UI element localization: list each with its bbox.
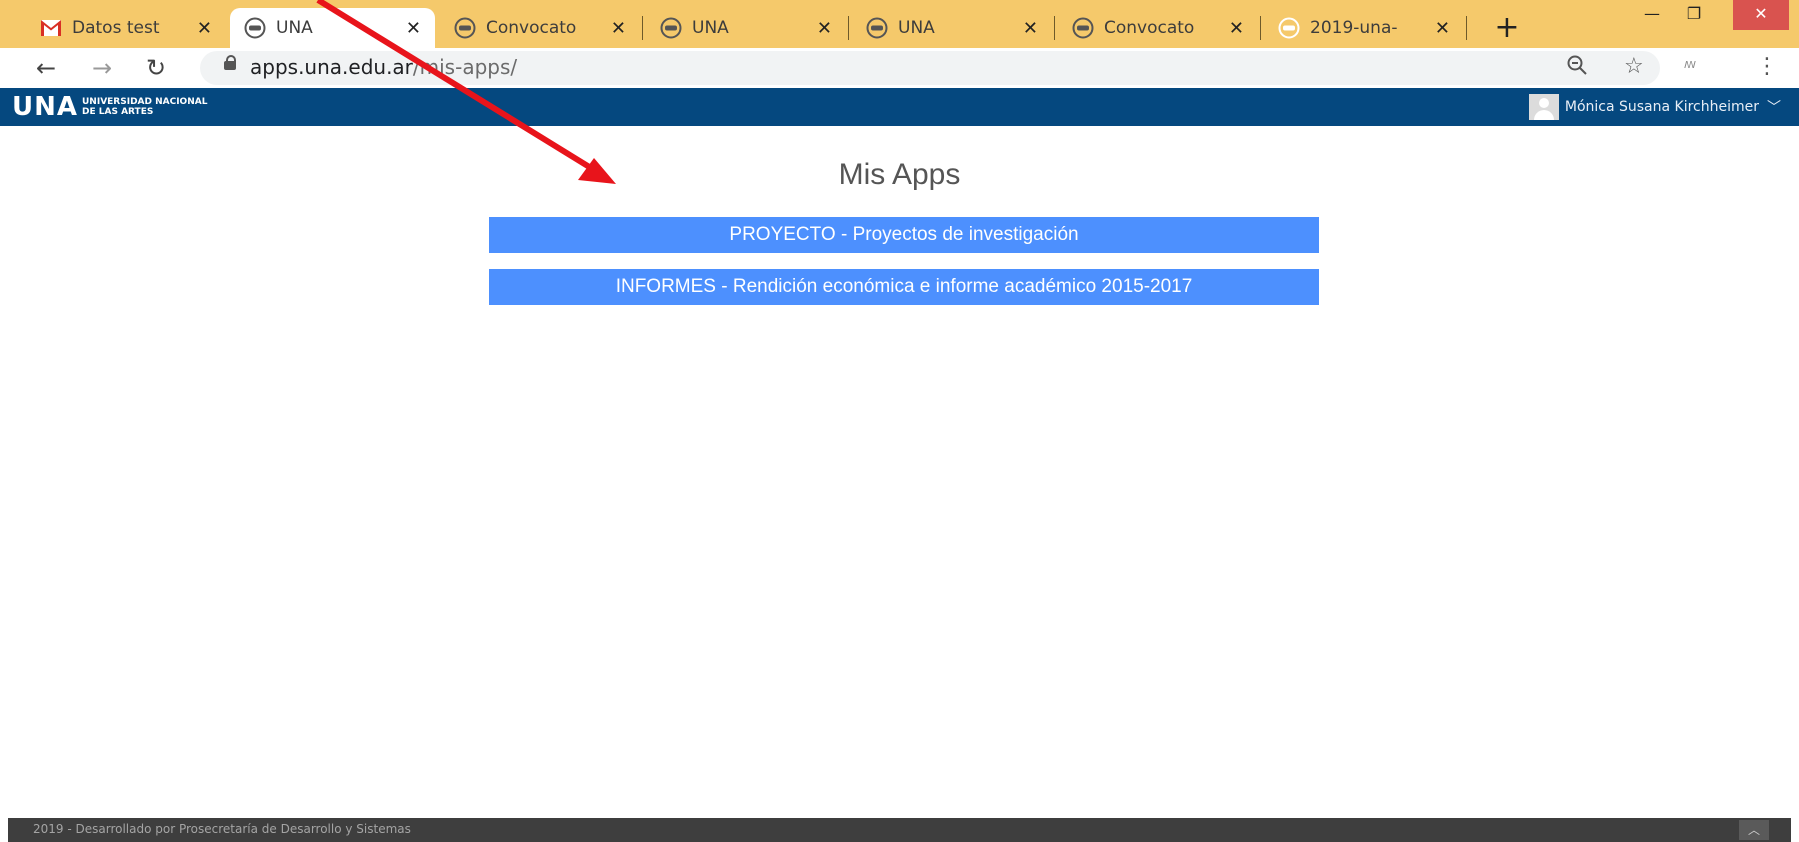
close-tab-icon[interactable]: ✕ bbox=[817, 18, 832, 39]
tab-title: UNA bbox=[692, 18, 729, 38]
tab-title: Convocato bbox=[1104, 18, 1195, 38]
logo-mark: UNA bbox=[12, 92, 78, 122]
app-button-proyecto[interactable]: PROYECTO - Proyectos de investigación bbox=[489, 217, 1319, 253]
tab-una-active[interactable]: UNA ✕ bbox=[230, 8, 435, 48]
star-bookmark-icon[interactable]: ☆ bbox=[1624, 54, 1644, 79]
logo-line2: DE LAS ARTES bbox=[82, 107, 154, 117]
window-close-button[interactable]: ✕ bbox=[1733, 0, 1789, 30]
annotation-arrow bbox=[316, 0, 616, 184]
url-text: apps.una.edu.ar/mis-apps/ bbox=[250, 55, 517, 79]
chevron-down-icon: ﹀ bbox=[1767, 100, 1781, 116]
footer-text: 2019 - Desarrollado por Prosecretaría de… bbox=[33, 822, 411, 836]
minimize-button[interactable]: — bbox=[1632, 0, 1672, 30]
browser-toolbar: ← → ↻ apps.una.edu.ar/mis-apps/ ☆ ꟿ ⋮ bbox=[0, 48, 1799, 88]
back-arrow-icon[interactable]: ← bbox=[30, 52, 62, 84]
una-icon bbox=[244, 17, 266, 39]
close-tab-icon[interactable]: ✕ bbox=[1229, 18, 1244, 39]
scroll-up-icon[interactable]: ︿ bbox=[1739, 820, 1769, 840]
tab-title: UNA bbox=[898, 18, 935, 38]
tab-separator bbox=[1466, 16, 1467, 40]
user-menu[interactable]: Mónica Susana Kirchheimer ﹀ bbox=[1528, 94, 1781, 120]
url-host: apps.una.edu.ar bbox=[250, 55, 413, 79]
una-icon bbox=[866, 17, 888, 39]
tab-title: Convocato bbox=[486, 18, 577, 38]
logo-text: UNIVERSIDAD NACIONAL DE LAS ARTES bbox=[82, 97, 207, 117]
una-icon bbox=[1278, 17, 1300, 39]
tab-title: Datos test bbox=[72, 18, 160, 38]
browser-tab-strip: Datos test ✕ UNA ✕ Convocato ✕ UNA ✕ UNA… bbox=[0, 0, 1799, 48]
page-title: Mis Apps bbox=[838, 158, 961, 191]
kebab-menu-icon[interactable]: ⋮ bbox=[1756, 54, 1778, 79]
tab-convocatoria[interactable]: Convocato ✕ bbox=[1058, 8, 1258, 48]
tab-title: UNA bbox=[276, 18, 313, 38]
tab-2019-una[interactable]: 2019-una- ✕ bbox=[1264, 8, 1464, 48]
gmail-icon bbox=[40, 17, 62, 39]
tab-una[interactable]: UNA ✕ bbox=[646, 8, 846, 48]
extension-icon[interactable]: ꟿ bbox=[1684, 60, 1696, 71]
una-icon bbox=[1072, 17, 1094, 39]
url-path: /mis-apps/ bbox=[412, 55, 518, 79]
close-tab-icon[interactable]: ✕ bbox=[611, 18, 626, 39]
reload-icon[interactable]: ↻ bbox=[140, 52, 172, 84]
new-tab-button[interactable]: + bbox=[1487, 8, 1527, 48]
address-bar[interactable]: apps.una.edu.ar/mis-apps/ bbox=[200, 51, 1660, 85]
close-tab-icon[interactable]: ✕ bbox=[197, 18, 212, 39]
site-footer: 2019 - Desarrollado por Prosecretaría de… bbox=[8, 818, 1791, 842]
close-tab-icon[interactable]: ✕ bbox=[1023, 18, 1038, 39]
avatar bbox=[1528, 94, 1559, 120]
tab-convocatoria[interactable]: Convocato ✕ bbox=[440, 8, 640, 48]
restore-button[interactable]: ❐ bbox=[1674, 0, 1714, 30]
tab-una[interactable]: UNA ✕ bbox=[852, 8, 1052, 48]
una-icon bbox=[454, 17, 476, 39]
una-logo[interactable]: UNA UNIVERSIDAD NACIONAL DE LAS ARTES bbox=[12, 92, 207, 122]
lock-icon bbox=[224, 55, 236, 70]
close-tab-icon[interactable]: ✕ bbox=[406, 18, 421, 39]
tab-separator bbox=[848, 16, 849, 40]
site-header: UNA UNIVERSIDAD NACIONAL DE LAS ARTES Món… bbox=[0, 88, 1799, 126]
app-button-informes[interactable]: INFORMES - Rendición económica e informe… bbox=[489, 269, 1319, 305]
close-tab-icon[interactable]: ✕ bbox=[1435, 18, 1450, 39]
tab-title: 2019-una- bbox=[1310, 18, 1398, 38]
logo-line1: UNIVERSIDAD NACIONAL bbox=[82, 97, 208, 107]
tab-separator bbox=[642, 16, 643, 40]
tab-separator bbox=[1260, 16, 1261, 40]
tab-separator bbox=[1054, 16, 1055, 40]
forward-arrow-icon[interactable]: → bbox=[86, 52, 118, 84]
user-name: Mónica Susana Kirchheimer bbox=[1564, 99, 1759, 115]
una-icon bbox=[660, 17, 682, 39]
zoom-icon[interactable] bbox=[1566, 54, 1588, 82]
tab-datos-test[interactable]: Datos test ✕ bbox=[26, 8, 226, 48]
